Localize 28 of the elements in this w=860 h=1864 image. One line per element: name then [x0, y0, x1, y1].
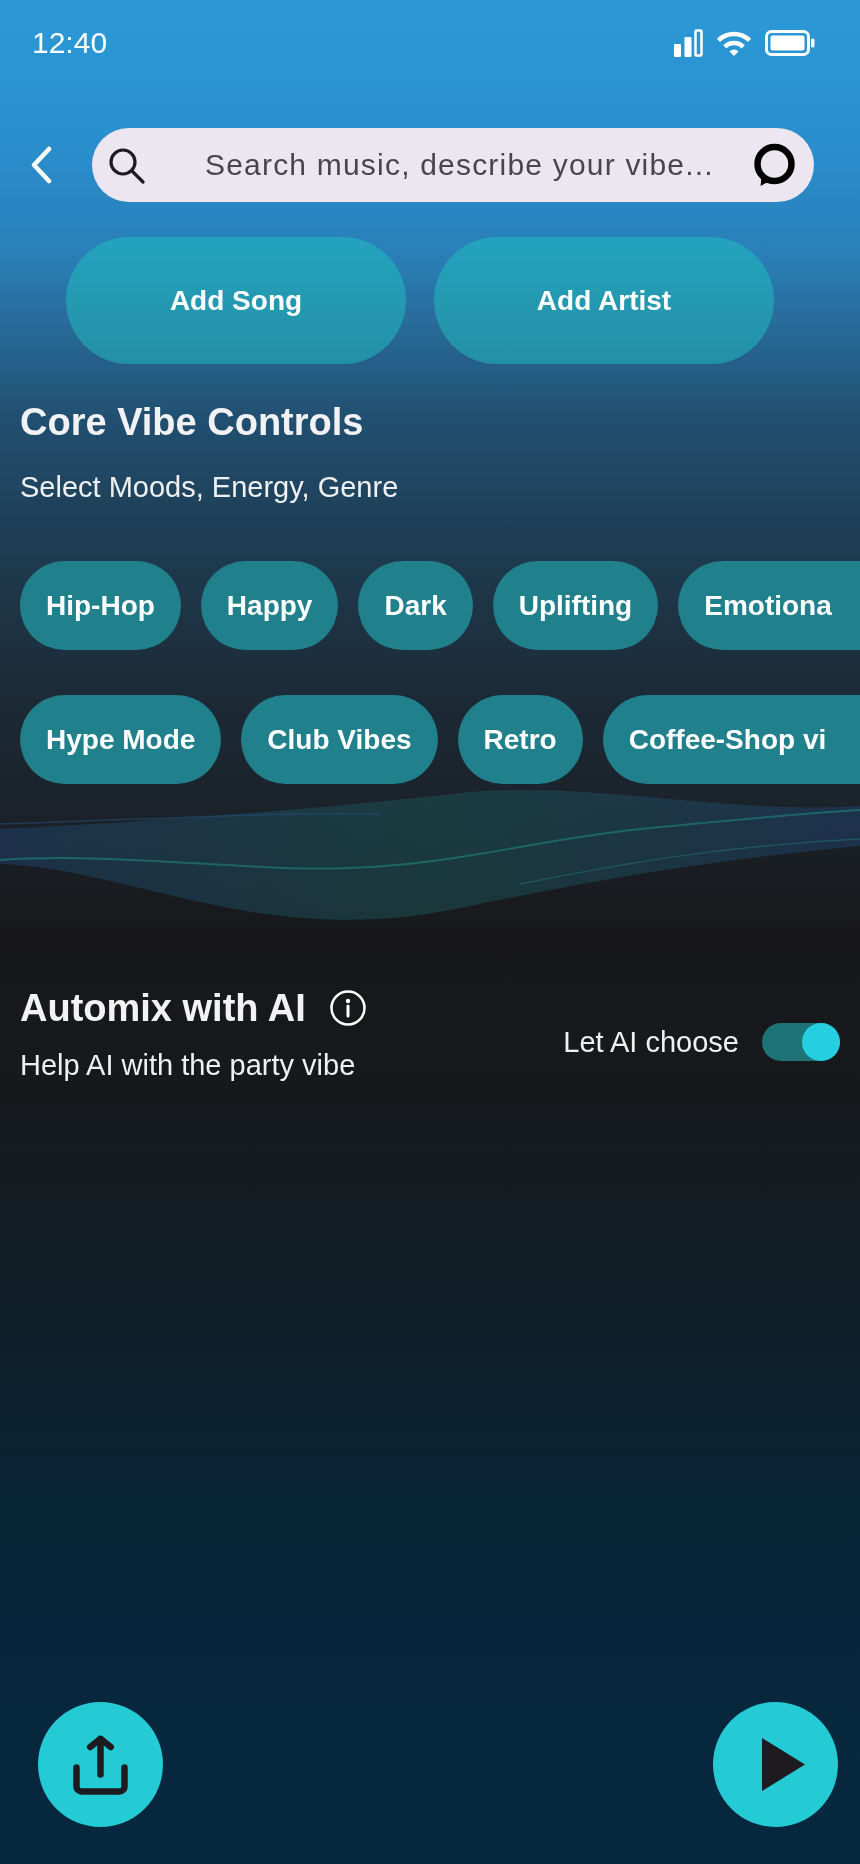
filter-chip[interactable]: Happy: [200, 561, 339, 650]
chevron-left-icon[interactable]: [30, 146, 53, 184]
filter-chip[interactable]: Retro: [457, 695, 583, 784]
signal-icon: [674, 29, 703, 57]
section-subtitle: Select Moods, Energy, Genre: [20, 470, 399, 505]
play-icon: [761, 1738, 805, 1791]
toggle-label: Let AI choose: [563, 1025, 739, 1060]
section-title: Automix with AI: [20, 986, 306, 1031]
search-field[interactable]: Search music, describe your vibe...: [92, 128, 814, 202]
action-button[interactable]: Add Song: [66, 237, 406, 364]
filter-chip[interactable]: Coffee-Shop vi: [602, 695, 860, 784]
ring-icon[interactable]: [753, 143, 795, 187]
status-time: 12:40: [32, 25, 108, 61]
filter-chip[interactable]: Dark: [358, 561, 473, 650]
upload-icon: [73, 1734, 128, 1795]
toggle-switch[interactable]: [762, 1023, 840, 1061]
filter-chip[interactable]: Club Vibes: [241, 695, 438, 784]
battery-icon: [765, 30, 815, 56]
filter-chip[interactable]: Emotiona: [678, 561, 860, 650]
filter-chip[interactable]: Hip-Hop: [20, 561, 181, 650]
search-icon: [108, 147, 145, 184]
section-subtitle: Help AI with the party vibe: [20, 1048, 356, 1083]
section-title: Core Vibe Controls: [20, 400, 364, 445]
wifi-icon: [715, 30, 753, 56]
info-icon[interactable]: [329, 990, 366, 1026]
filter-chip[interactable]: Uplifting: [492, 561, 659, 650]
action-button[interactable]: Add Artist: [434, 237, 774, 364]
filter-chip[interactable]: Hype Mode: [20, 695, 222, 784]
